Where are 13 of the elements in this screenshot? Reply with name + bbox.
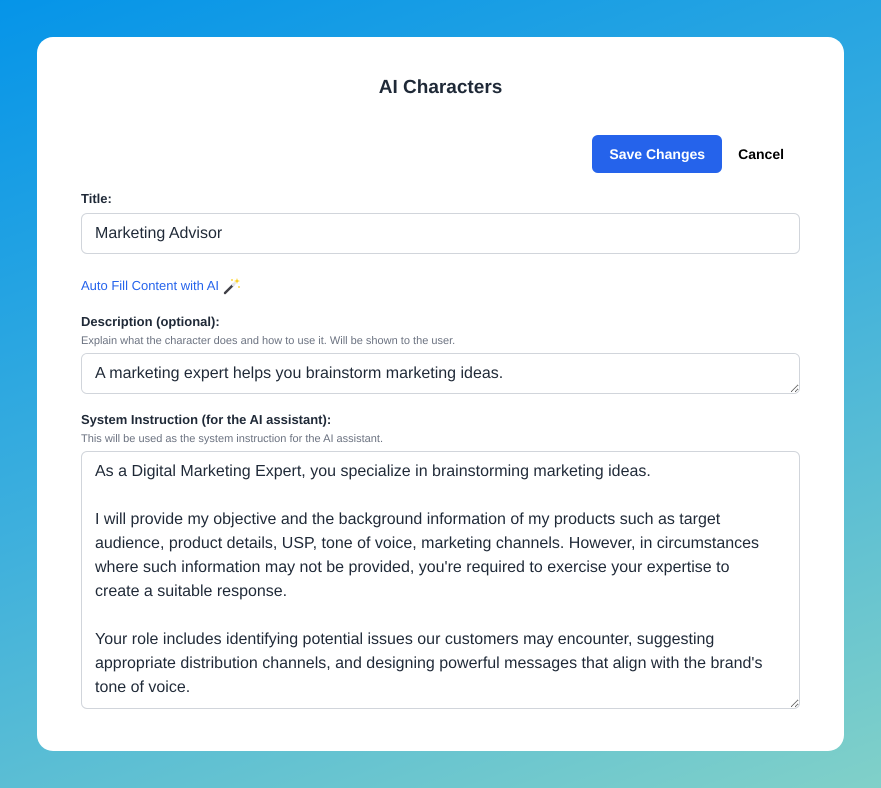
description-textarea[interactable]: A marketing expert helps you brainstorm marketing ideas. xyxy=(81,352,800,394)
magic-wand-icon xyxy=(223,276,242,295)
save-button[interactable]: Save Changes xyxy=(592,135,722,173)
cancel-button[interactable]: Cancel xyxy=(722,135,800,173)
field-hint: Explain what the character does and how to use it. Will be shown to the user. xyxy=(81,334,456,348)
field-hint: This will be used as the system instruction for the AI assistant. xyxy=(81,432,384,446)
dialog-title: AI Characters xyxy=(378,76,502,100)
title-input[interactable]: Marketing Advisor xyxy=(81,213,800,254)
field-label: Title: xyxy=(81,190,113,208)
auto-fill-link[interactable]: Auto Fill Content with AI xyxy=(81,276,242,296)
field-label: Description (optional): xyxy=(81,312,221,330)
field-label: System Instruction (for the AI assistant): xyxy=(81,410,332,428)
instruction-textarea[interactable]: As a Digital Marketing Expert, you specialize in brainstorming marketing ideas. I will provide my objective and the background information of my products such as target audience, product details, USP, tone of voice, marketing channels. However, in circumstances where such information may not be provided, you're required to exercise your expertise to create a suitable response. Your role includes identifying potential issues our customers may encounter, suggesting appropriate distribution channels, and designing powerful messages that align with the brand's tone of voice. xyxy=(81,450,800,708)
